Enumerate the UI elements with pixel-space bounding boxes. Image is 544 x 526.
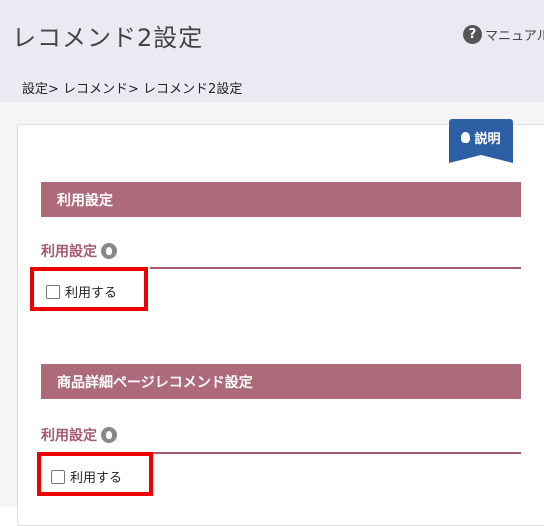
highlight-box (30, 267, 148, 311)
breadcrumb-bar: 設定> レコメンド> レコメンド2設定 (0, 68, 544, 102)
field-label-text: 利用設定 (41, 428, 97, 444)
field-divider (150, 267, 521, 269)
field-label-usage: 利用設定 (41, 425, 117, 445)
field-divider (152, 452, 521, 454)
manual-label: マニュアル (485, 28, 544, 44)
header-bar: レコメンド2設定 ? マニュアル (0, 0, 544, 68)
help-icon: ? (463, 24, 482, 44)
field-label-text: 利用設定 (41, 244, 97, 260)
hint-icon[interactable] (101, 427, 117, 443)
highlight-box (37, 452, 153, 496)
explain-button[interactable]: 説明 (449, 119, 513, 163)
field-label-usage: 利用設定 (41, 241, 117, 261)
lightbulb-icon (461, 131, 471, 143)
section-heading-product-detail-recommend: 商品詳細ページレコメンド設定 (41, 364, 521, 399)
hint-icon[interactable] (101, 243, 117, 259)
page-title: レコメンド2設定 (12, 24, 204, 52)
explain-label: 説明 (474, 131, 501, 147)
section-heading-usage: 利用設定 (41, 182, 521, 217)
breadcrumb: 設定> レコメンド> レコメンド2設定 (22, 82, 243, 97)
manual-link[interactable]: ? マニュアル (463, 23, 544, 45)
